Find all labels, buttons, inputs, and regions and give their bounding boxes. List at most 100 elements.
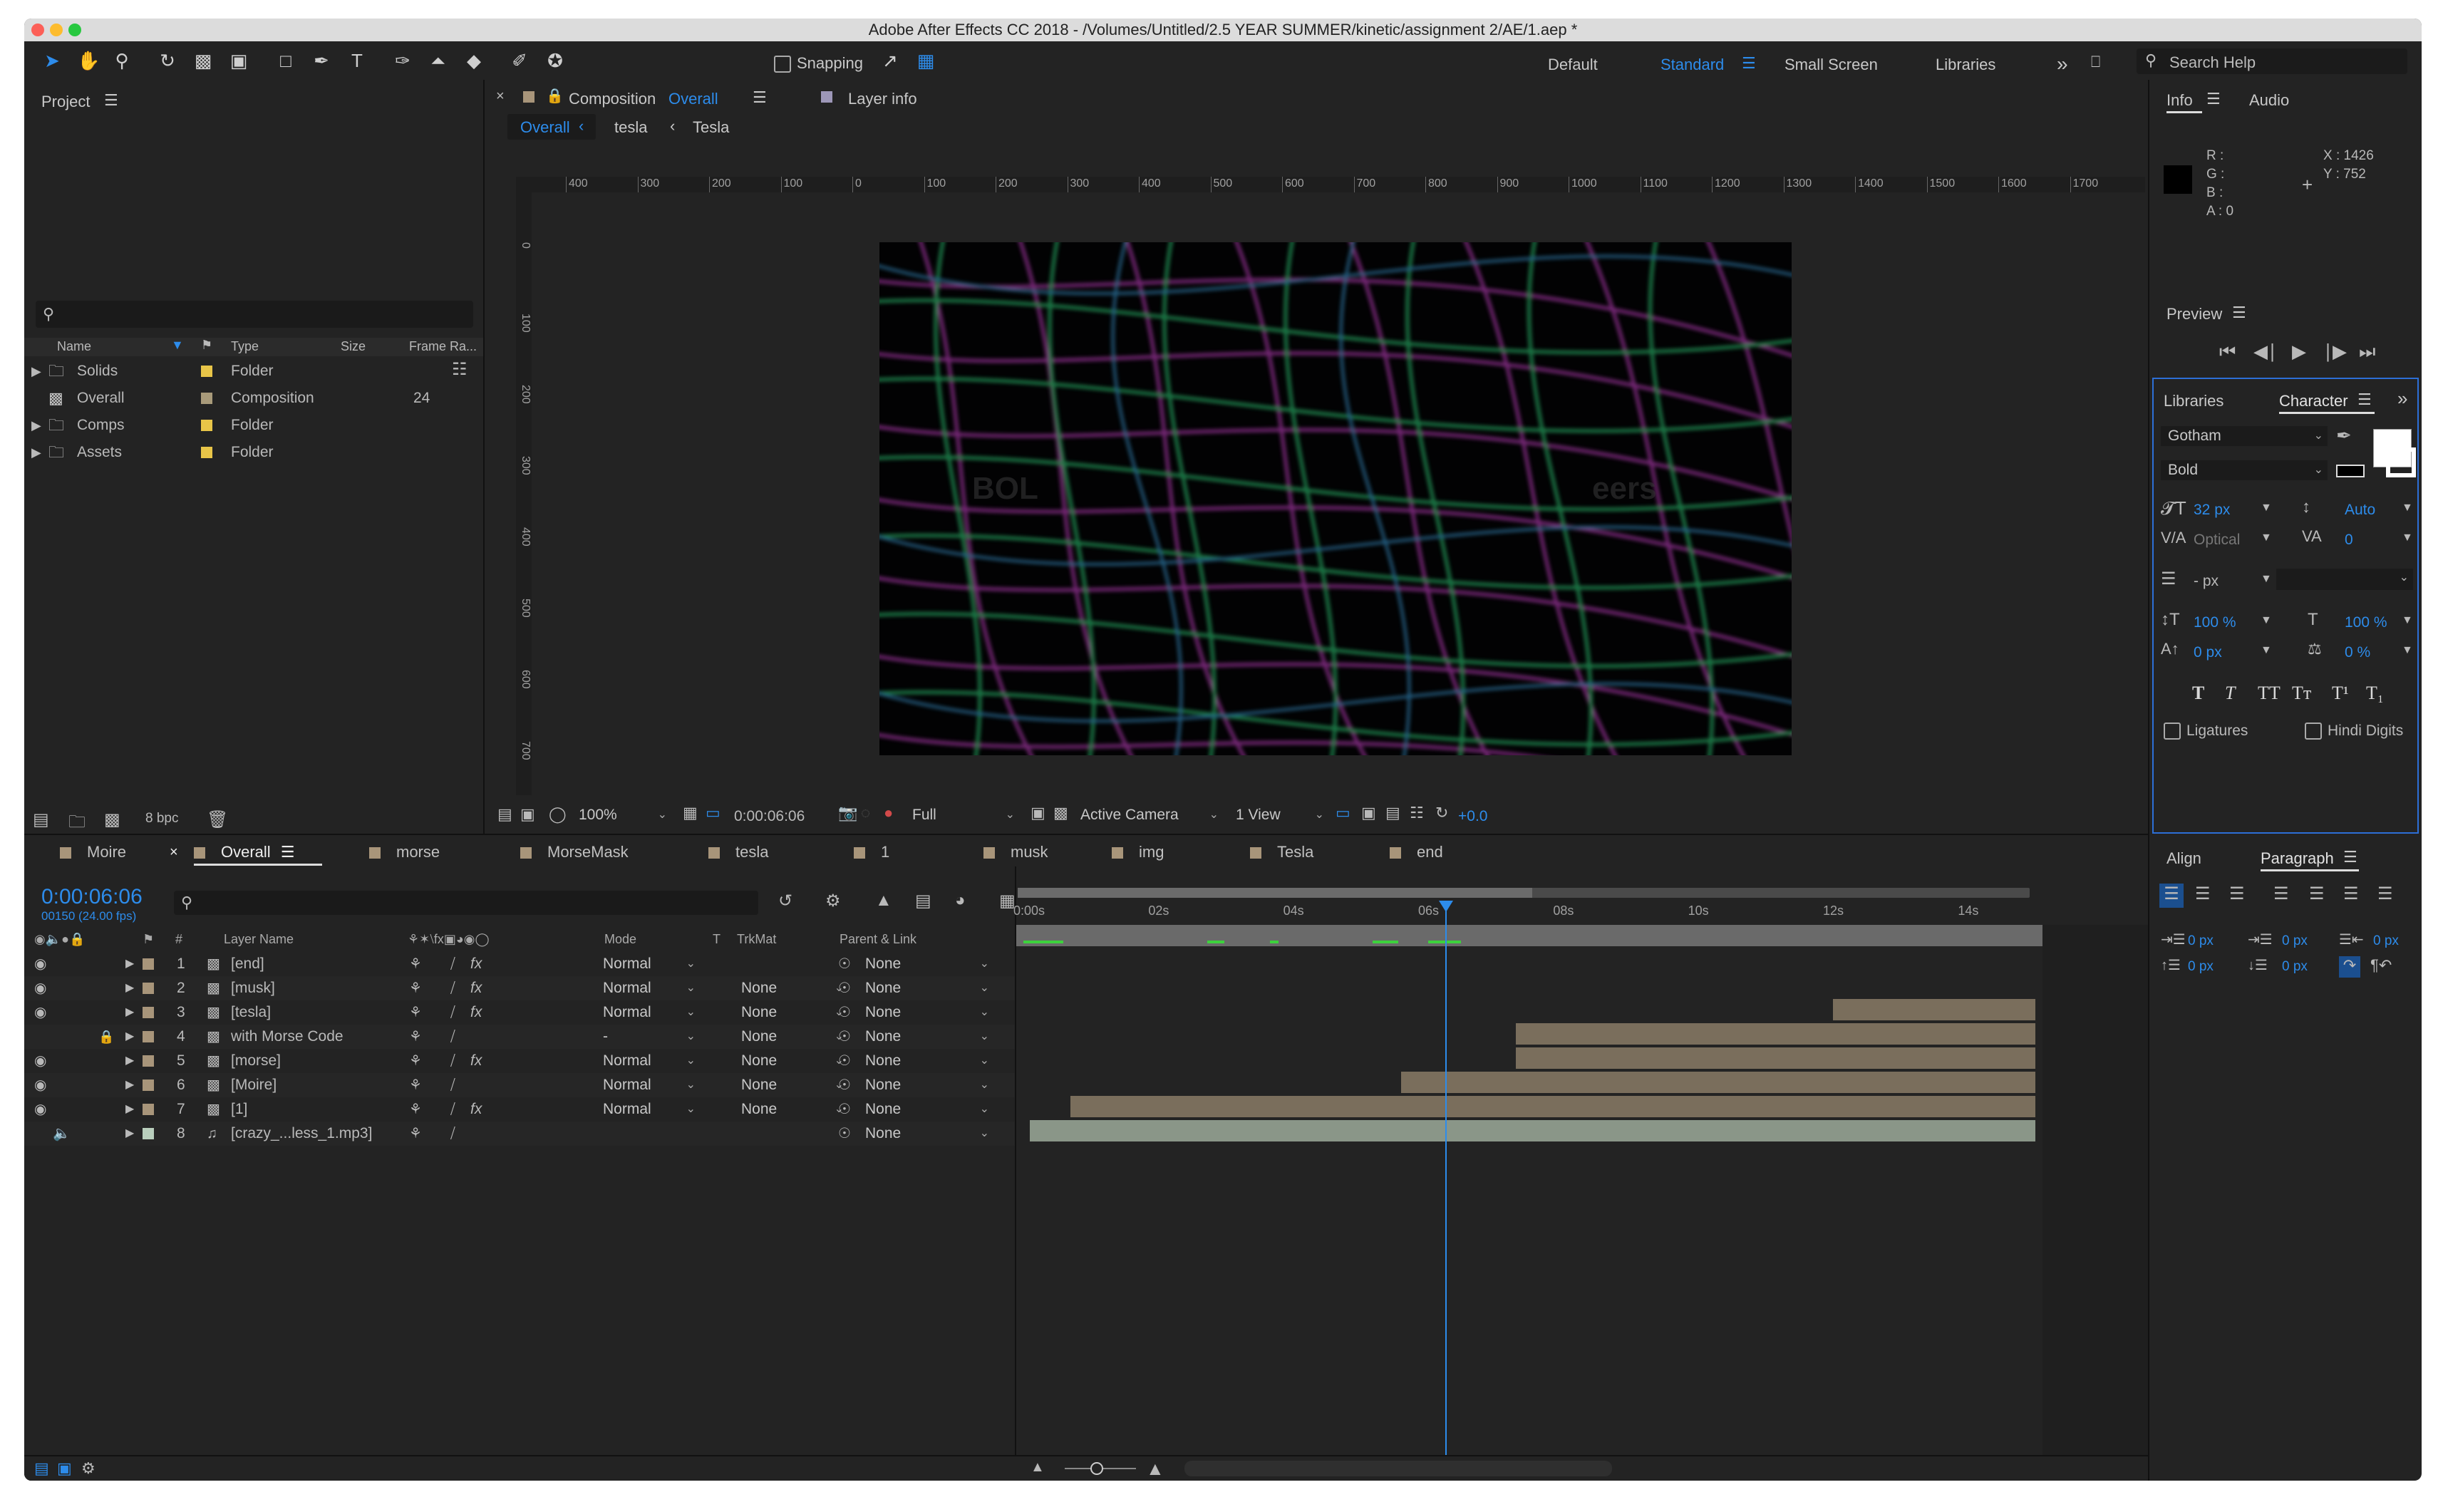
- indent-right-value[interactable]: 0 px: [2373, 933, 2399, 949]
- blend-mode-dropdown[interactable]: Normal ⌄: [603, 978, 700, 998]
- composition-canvas[interactable]: BOL eers: [879, 242, 1792, 755]
- pick-whip-icon[interactable]: ☉: [838, 1122, 851, 1146]
- shy-switch-icon[interactable]: ⚘: [409, 952, 422, 976]
- workspace-menu-icon[interactable]: ☰: [1742, 54, 1756, 73]
- timeline-tab[interactable]: MorseMask: [520, 838, 629, 866]
- stroke-width-chevron-icon[interactable]: ▼: [2261, 573, 2272, 586]
- color-channels-icon[interactable]: ●: [884, 804, 893, 822]
- snapping-checkbox[interactable]: [774, 56, 791, 73]
- parent-dropdown[interactable]: None ⌄: [865, 1003, 993, 1022]
- snap-features-icon[interactable]: ▦: [915, 50, 936, 71]
- effects-fx-icon[interactable]: fx: [470, 1097, 482, 1122]
- font-family-dropdown[interactable]: Gotham ⌄: [2161, 426, 2328, 446]
- effects-fx-icon[interactable]: fx: [470, 976, 482, 1000]
- align-right-icon[interactable]: ☰: [2229, 884, 2245, 904]
- timeline-tab[interactable]: musk: [983, 838, 1048, 866]
- snapping-toggle[interactable]: Snapping: [774, 54, 863, 73]
- tab-menu-icon[interactable]: ☰: [281, 843, 295, 861]
- layer-row[interactable]: ◉ ▶ 7 ▩ [1] ⚘ ⧸ fx Normal ⌄ None ⌄ ☉ None ⌄: [24, 1097, 1015, 1122]
- font-style-dropdown[interactable]: Bold ⌄: [2161, 460, 2328, 480]
- layer-switches-toggle-icon[interactable]: ▤: [34, 1459, 49, 1478]
- layer-name-header[interactable]: Layer Name: [224, 932, 294, 947]
- display-icon[interactable]: ▣: [520, 805, 535, 824]
- blend-mode-dropdown[interactable]: Normal ⌄: [603, 1051, 700, 1071]
- layer-expand-triangle-icon[interactable]: ▶: [125, 1000, 134, 1025]
- layer-label-swatch[interactable]: [143, 1031, 154, 1042]
- close-comp-tab-icon[interactable]: ×: [496, 88, 505, 105]
- superscript-button[interactable]: T¹: [2332, 683, 2349, 704]
- magnification-dropdown[interactable]: 100% ⌄: [579, 805, 671, 825]
- layer-label-swatch[interactable]: [143, 1055, 154, 1067]
- safe-zones-icon[interactable]: ▦: [683, 804, 698, 822]
- project-item[interactable]: ▶ 🗀 Assets Folder: [24, 440, 452, 465]
- parent-dropdown[interactable]: None ⌄: [865, 978, 993, 998]
- layer-name[interactable]: [1]: [231, 1097, 247, 1122]
- faux-italic-button[interactable]: T: [2225, 683, 2235, 704]
- parent-dropdown[interactable]: None ⌄: [865, 1099, 993, 1119]
- workspace-standard[interactable]: Standard: [1660, 56, 1724, 74]
- layer-row[interactable]: ◉ ▶ 5 ▩ [morse] ⚘ ⧸ fx Normal ⌄ None ⌄ ☉ None ⌄: [24, 1049, 1015, 1073]
- parent-dropdown[interactable]: None ⌄: [865, 954, 993, 974]
- project-item-label-swatch[interactable]: [201, 393, 212, 404]
- label-column-icon[interactable]: ⚑: [201, 338, 212, 353]
- new-composition-icon[interactable]: ▩: [104, 809, 120, 830]
- layer-label-swatch[interactable]: [143, 958, 154, 970]
- timeline-tab[interactable]: × Overall ☰: [170, 838, 322, 866]
- quality-switch-icon[interactable]: ⧸: [450, 1025, 455, 1049]
- shy-switch-icon[interactable]: ⚘: [409, 1122, 422, 1146]
- workspace-panel-icon[interactable]: ⎕: [2091, 53, 2100, 71]
- track-matte-dropdown[interactable]: None ⌄: [741, 1075, 848, 1095]
- project-search-input[interactable]: ⚲: [36, 301, 473, 328]
- layer-duration-bar[interactable]: [1833, 999, 2035, 1020]
- shy-switch-icon[interactable]: ⚘: [409, 1049, 422, 1073]
- layer-row[interactable]: ◉ ▶ 1 ▩ [end] ⚘ ⧸ fx Normal ⌄ ☉ None ⌄: [24, 952, 1015, 976]
- puppet-tool-icon[interactable]: ✪: [544, 50, 566, 71]
- reset-exposure-icon[interactable]: ↻: [1435, 804, 1448, 822]
- layer-row[interactable]: ◉ ▶ 6 ▩ [Moire] ⚘ ⧸ Normal ⌄ None ⌄ ☉ None ⌄: [24, 1073, 1015, 1097]
- disclosure-triangle-icon[interactable]: ▶: [31, 413, 41, 437]
- type-tool-icon[interactable]: T: [346, 50, 368, 71]
- timeline-scroll-gutter[interactable]: [2042, 925, 2149, 1481]
- small-caps-button[interactable]: Tт: [2292, 683, 2311, 704]
- character-menu-icon[interactable]: ☰: [2357, 390, 2372, 409]
- blend-mode-dropdown[interactable]: Normal ⌄: [603, 1075, 700, 1095]
- ligatures-checkbox[interactable]: [2164, 723, 2181, 740]
- disclosure-triangle-icon[interactable]: ▶: [31, 440, 41, 465]
- quality-switch-icon[interactable]: ⧸: [450, 1097, 455, 1122]
- parent-dropdown[interactable]: None ⌄: [865, 1027, 993, 1047]
- playhead[interactable]: [1438, 901, 1453, 1479]
- zoom-in-icon[interactable]: ▲: [1146, 1458, 1164, 1480]
- visibility-eye-icon[interactable]: ◉: [34, 976, 46, 1000]
- timeline-tab[interactable]: tesla: [708, 838, 768, 866]
- rtl-direction-icon[interactable]: ¶↶: [2370, 956, 2392, 975]
- preview-menu-icon[interactable]: ☰: [2232, 304, 2246, 322]
- work-area-bar[interactable]: [1018, 888, 2030, 898]
- minimize-window-button[interactable]: [50, 24, 63, 36]
- column-size[interactable]: Size: [341, 339, 366, 354]
- quality-switch-icon[interactable]: ⧸: [450, 1122, 455, 1146]
- pick-whip-icon[interactable]: ☉: [838, 1097, 851, 1122]
- timeline-search-input[interactable]: ⚲: [174, 891, 758, 915]
- layer-expand-triangle-icon[interactable]: ▶: [125, 952, 134, 976]
- indent-first-value[interactable]: 0 px: [2282, 933, 2308, 949]
- pan-behind-tool-icon[interactable]: ▣: [228, 50, 249, 71]
- zoom-window-button[interactable]: [68, 24, 81, 36]
- project-item[interactable]: ▶ 🗀 Comps Folder: [24, 413, 452, 437]
- label-header-icon[interactable]: ⚑: [143, 932, 154, 947]
- shy-switch-icon[interactable]: ⚘: [409, 1025, 422, 1049]
- bpc-indicator[interactable]: 8 bpc: [145, 811, 178, 827]
- vr-icon[interactable]: ◯: [549, 805, 567, 824]
- effects-fx-icon[interactable]: fx: [470, 1049, 482, 1073]
- visibility-eye-icon[interactable]: ◉: [34, 1000, 46, 1025]
- shy-switch-icon[interactable]: ⚘: [409, 1097, 422, 1122]
- rectangle-tool-icon[interactable]: □: [275, 50, 296, 71]
- region-of-interest-icon[interactable]: ▣: [1031, 804, 1045, 822]
- layer-name[interactable]: with Morse Code: [231, 1025, 344, 1049]
- blend-mode-dropdown[interactable]: Normal ⌄: [603, 954, 700, 974]
- layer-expand-triangle-icon[interactable]: ▶: [125, 1049, 134, 1073]
- quality-switch-icon[interactable]: ⧸: [450, 952, 455, 976]
- layer-lock-icon[interactable]: 🔒: [98, 1025, 114, 1049]
- previous-frame-icon[interactable]: ◀∣: [2253, 341, 2277, 363]
- in-out-toggle-icon[interactable]: ⚙: [81, 1459, 95, 1478]
- expand-panels-icon[interactable]: »: [2397, 388, 2407, 410]
